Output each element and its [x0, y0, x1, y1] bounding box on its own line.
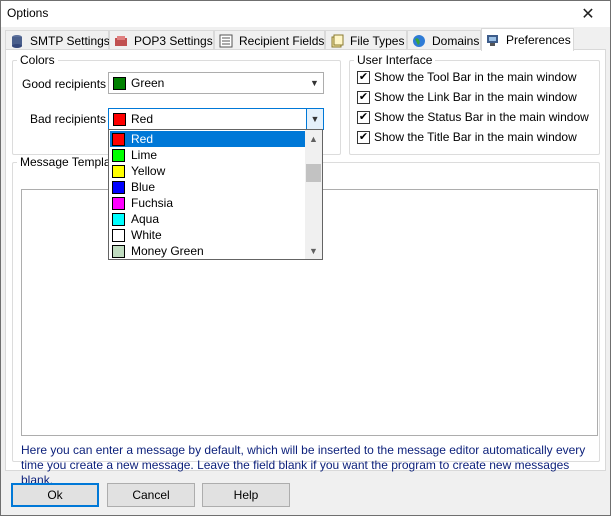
colors-legend: Colors: [20, 53, 55, 67]
list-item-label: Blue: [131, 180, 156, 194]
checkbox-label: Show the Title Bar in the main window: [374, 130, 577, 144]
checkbox[interactable]: ✔: [357, 90, 370, 104]
list-item[interactable]: Money Green: [110, 243, 306, 259]
titlebar-checkbox-row[interactable]: ✔ Show the Title Bar in the main window: [357, 128, 577, 146]
bad-color-value: Red: [131, 112, 154, 126]
pop3-icon: [114, 34, 128, 48]
window-title: Options: [7, 6, 49, 20]
chevron-up-icon[interactable]: ▲: [305, 130, 322, 147]
tab-label: File Types: [350, 33, 405, 48]
tab-recipient-fields[interactable]: Recipient Fields: [214, 30, 325, 50]
tab-label: POP3 Settings: [134, 33, 213, 48]
tab-pop3-settings[interactable]: POP3 Settings: [109, 30, 214, 50]
help-button[interactable]: Help: [202, 483, 290, 507]
dropdown-scrollbar[interactable]: ▲ ▼: [305, 130, 322, 259]
globe-icon: [412, 34, 426, 48]
scrollbar-thumb[interactable]: [306, 164, 321, 182]
linkbar-checkbox-row[interactable]: ✔ Show the Link Bar in the main window: [357, 88, 577, 106]
color-swatch: [112, 244, 125, 258]
list-item-label: Red: [131, 132, 154, 146]
tab-label: Recipient Fields: [239, 33, 325, 48]
checkbox[interactable]: ✔: [357, 70, 370, 84]
list-item[interactable]: White: [110, 227, 306, 243]
list-item-label: Fuchsia: [131, 196, 174, 210]
tab-smtp-settings[interactable]: SMTP Settings: [5, 30, 110, 50]
tab-label: SMTP Settings: [30, 33, 110, 48]
toolbar-checkbox-row[interactable]: ✔ Show the Tool Bar in the main window: [357, 68, 577, 86]
list-item[interactable]: Lime: [110, 147, 306, 163]
chevron-down-icon[interactable]: ▼: [305, 242, 322, 259]
good-color-swatch: [113, 77, 126, 90]
checkbox-label: Show the Tool Bar in the main window: [374, 70, 577, 84]
user-interface-legend: User Interface: [357, 53, 433, 67]
message-template-hint: Here you can enter a message by default,…: [21, 443, 586, 487]
bad-recipients-label: Bad recipients :: [30, 112, 113, 126]
color-swatch: [112, 212, 125, 226]
cancel-button[interactable]: Cancel: [107, 483, 195, 507]
close-button[interactable]: ✕: [566, 1, 610, 27]
database-icon: [10, 34, 24, 48]
chevron-down-icon[interactable]: ▼: [306, 73, 323, 93]
color-swatch: [112, 228, 125, 242]
checkbox-label: Show the Status Bar in the main window: [374, 110, 589, 124]
tab-preferences[interactable]: Preferences: [481, 28, 574, 51]
list-item[interactable]: Red: [110, 131, 306, 147]
checkbox[interactable]: ✔: [357, 130, 370, 144]
tab-label: Preferences: [506, 33, 571, 47]
checkbox[interactable]: ✔: [357, 110, 370, 124]
list-item[interactable]: Blue: [110, 179, 306, 195]
checkbox-label: Show the Link Bar in the main window: [374, 90, 577, 104]
color-dropdown-list[interactable]: Red Lime Yellow Blue Fuchsia Aqua White: [108, 129, 323, 260]
preferences-panel: Colors Good recipients : Green ▼ Bad rec…: [5, 49, 606, 487]
bad-color-swatch: [113, 113, 126, 126]
list-item-label: Lime: [131, 148, 158, 162]
list-item-label: White: [131, 228, 162, 242]
bad-recipients-combo[interactable]: Red ▼: [108, 108, 324, 130]
tab-domains[interactable]: Domains: [407, 30, 481, 50]
list-item[interactable]: Yellow: [110, 163, 306, 179]
chevron-down-icon[interactable]: ▼: [306, 109, 323, 129]
file-types-icon: [330, 34, 344, 48]
options-window: Options ✕ SMTP Settings POP3 Settings Re…: [0, 0, 611, 516]
tab-strip: SMTP Settings POP3 Settings Recipient Fi…: [5, 28, 606, 51]
list-item[interactable]: Aqua: [110, 211, 306, 227]
preferences-icon: [486, 33, 500, 47]
list-icon: [219, 34, 233, 48]
good-recipients-combo[interactable]: Green ▼: [108, 72, 324, 94]
title-bar: Options ✕: [1, 1, 610, 27]
list-item[interactable]: Fuchsia: [110, 195, 306, 211]
color-swatch: [112, 196, 125, 210]
statusbar-checkbox-row[interactable]: ✔ Show the Status Bar in the main window: [357, 108, 589, 126]
color-swatch: [112, 132, 125, 146]
good-color-value: Green: [131, 76, 165, 90]
tab-file-types[interactable]: File Types: [325, 30, 407, 50]
list-item-label: Money Green: [131, 244, 204, 258]
close-icon: ✕: [581, 6, 595, 23]
ok-button[interactable]: Ok: [11, 483, 99, 507]
good-recipients-label: Good recipients :: [22, 77, 113, 91]
tab-label: Domains: [432, 33, 480, 48]
color-swatch: [112, 164, 125, 178]
color-swatch: [112, 148, 125, 162]
list-item-label: Aqua: [131, 212, 160, 226]
color-swatch: [112, 180, 125, 194]
list-item-label: Yellow: [131, 164, 166, 178]
